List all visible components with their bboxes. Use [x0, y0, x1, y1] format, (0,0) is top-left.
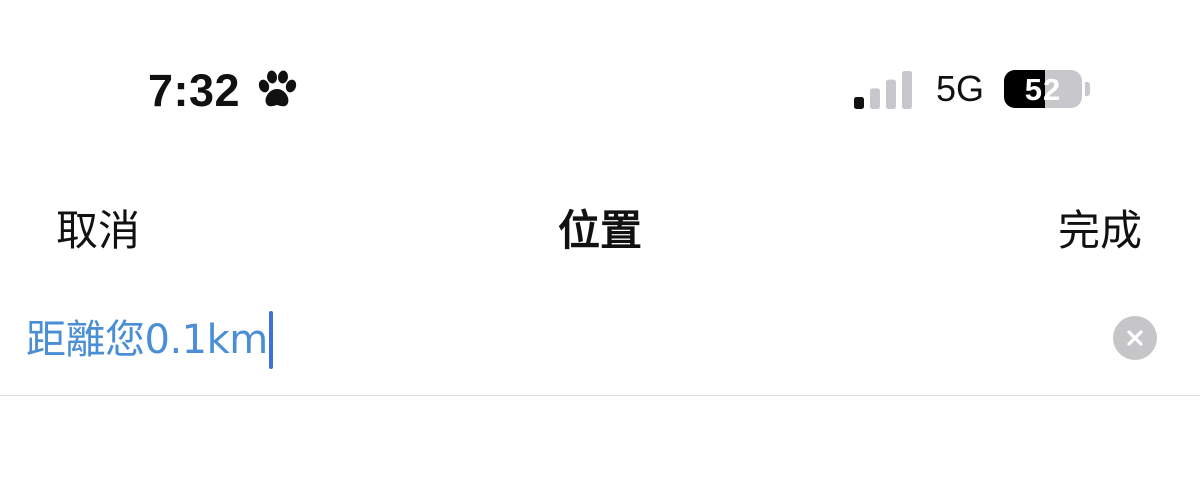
signal-bar: [901, 71, 912, 109]
cellular-signal-icon: [853, 69, 914, 109]
battery-icon: 52: [1004, 70, 1082, 108]
clear-x-icon: [1125, 328, 1145, 348]
text-caret: [268, 311, 273, 369]
signal-bar: [869, 88, 880, 109]
network-type: 5G: [935, 68, 984, 109]
nav-bar: 取消 位置 完成: [0, 190, 1200, 272]
status-bar: 7:32 5G 52: [0, 0, 1200, 180]
page-title: 位置: [557, 206, 642, 255]
done-button[interactable]: 完成: [1058, 206, 1142, 256]
paw-icon: [256, 69, 298, 111]
signal-bar: [853, 97, 864, 109]
clear-button[interactable]: [1113, 316, 1157, 360]
status-indicators: 5G 52: [853, 66, 1090, 112]
status-time: 7:32: [148, 64, 241, 116]
location-input-value: 距離您0.1km: [26, 317, 268, 363]
location-input[interactable]: 距離您0.1km: [26, 311, 273, 369]
battery-level: 52: [1024, 71, 1062, 107]
location-input-row: 距離您0.1km: [0, 298, 1200, 396]
battery-cap: [1085, 82, 1090, 96]
signal-bar: [885, 79, 896, 109]
time-group: 7:32: [148, 62, 298, 118]
